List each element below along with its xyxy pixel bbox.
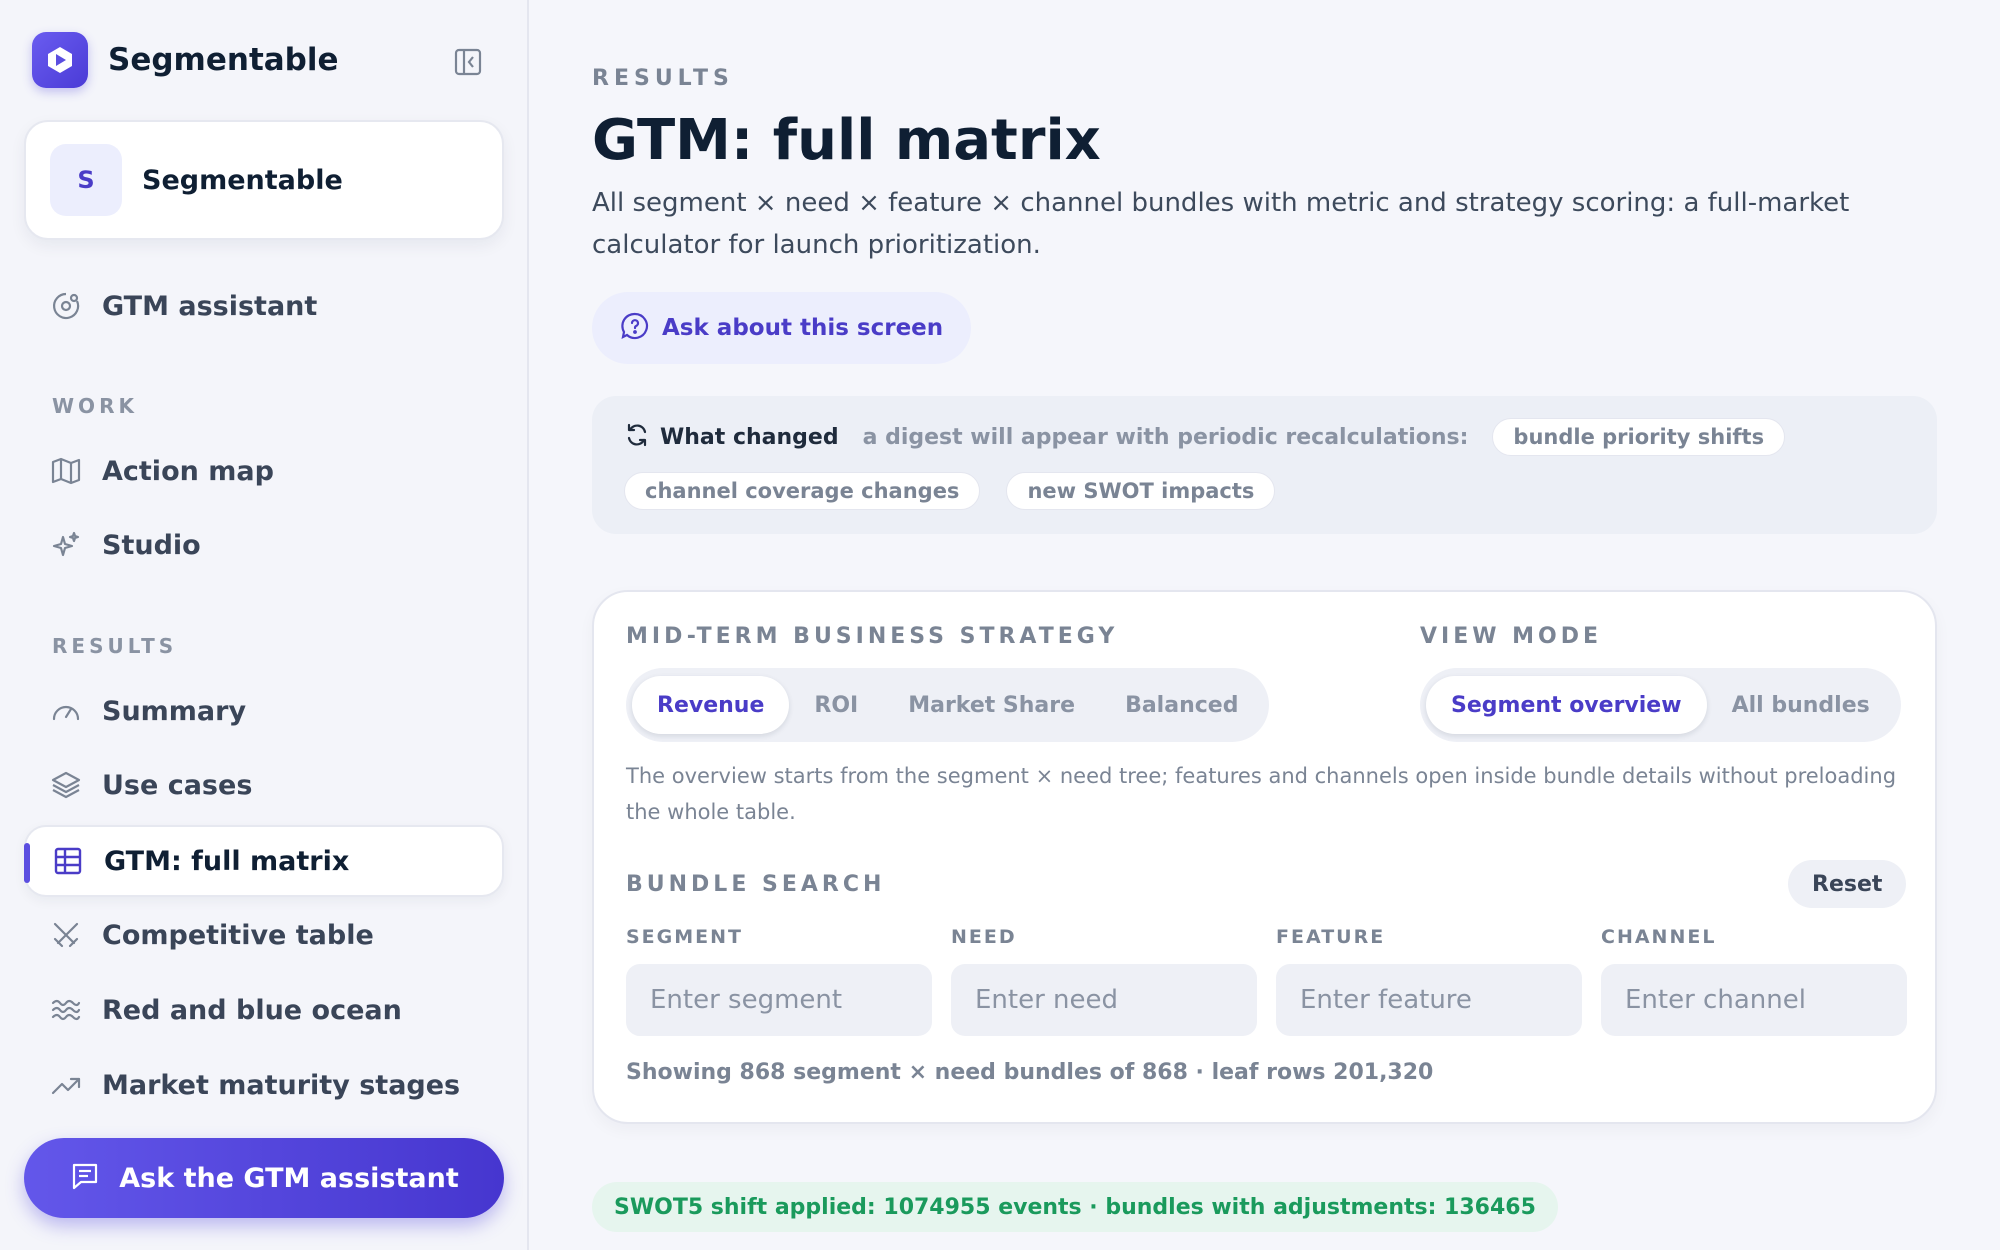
sidebar-item-red-blue-ocean[interactable]: Red and blue ocean: [24, 974, 504, 1046]
waves-icon: [50, 994, 82, 1026]
grid-icon: [52, 845, 84, 877]
layers-icon: [50, 769, 82, 801]
sidebar-item-label: Market maturity stages: [102, 1069, 461, 1101]
sidebar-item-label: Red and blue ocean: [102, 994, 402, 1026]
channel-field-label: CHANNEL: [1601, 926, 1717, 948]
sidebar-item-label: Competitive table: [102, 919, 374, 951]
app-logo-icon: [32, 32, 88, 88]
need-input[interactable]: [951, 964, 1257, 1036]
page-title: GTM: full matrix: [592, 108, 1101, 173]
change-chip: bundle priority shifts: [1492, 418, 1786, 456]
ask-about-screen-button[interactable]: Ask about this screen: [592, 292, 972, 364]
sidebar-item-competitive-table[interactable]: Competitive table: [24, 899, 504, 971]
main-content: RESULTS GTM: full matrix All segment × n…: [592, 0, 1937, 1250]
feature-field-label: FEATURE: [1276, 926, 1386, 948]
workspace-name: Segmentable: [142, 164, 343, 196]
collapse-sidebar-icon[interactable]: [450, 44, 486, 80]
ask-gtm-assistant-button[interactable]: Ask the GTM assistant: [24, 1138, 504, 1218]
view-mode-label: VIEW MODE: [1420, 624, 1603, 649]
page-description: All segment × need × feature × channel b…: [592, 188, 1850, 260]
change-chip: new SWOT impacts: [1006, 472, 1276, 510]
view-option-all-bundles[interactable]: All bundles: [1707, 676, 1895, 734]
swords-icon: [50, 919, 82, 951]
workspace-switcher[interactable]: S Segmentable: [24, 120, 504, 240]
strategy-option-revenue[interactable]: Revenue: [632, 676, 790, 734]
sidebar-item-gtm-assistant[interactable]: GTM assistant: [24, 270, 504, 342]
section-label-work: WORK: [52, 394, 138, 418]
what-changed-title: What changed: [660, 424, 839, 450]
brand: Segmentable: [32, 32, 339, 88]
sidebar-item-market-maturity[interactable]: Market maturity stages: [24, 1049, 504, 1121]
reset-button[interactable]: Reset: [1788, 860, 1907, 908]
feature-input[interactable]: [1276, 964, 1582, 1036]
change-chip: channel coverage changes: [624, 472, 981, 510]
help-chat-icon: [620, 311, 650, 345]
ask-gtm-assistant-label: Ask the GTM assistant: [119, 1162, 459, 1194]
sidebar-item-gtm-full-matrix[interactable]: GTM: full matrix: [24, 825, 504, 897]
refresh-icon: [624, 422, 650, 452]
segment-input[interactable]: [626, 964, 932, 1036]
trend-icon: [50, 1069, 82, 1101]
strategy-option-roi[interactable]: ROI: [789, 676, 883, 734]
strategy-option-market-share[interactable]: Market Share: [883, 676, 1100, 734]
sidebar-item-label: Use cases: [102, 769, 253, 801]
gauge-icon: [50, 695, 82, 727]
sidebar-item-label: GTM assistant: [102, 290, 318, 322]
section-label-results: RESULTS: [52, 634, 178, 658]
sidebar-item-action-map[interactable]: Action map: [24, 435, 504, 507]
ask-about-screen-label: Ask about this screen: [662, 315, 944, 341]
sidebar-item-label: GTM: full matrix: [104, 845, 350, 877]
sidebar-item-label: Action map: [102, 455, 274, 487]
controls-panel: MID-TERM BUSINESS STRATEGY Revenue ROI M…: [592, 590, 1937, 1124]
sidebar-item-use-cases[interactable]: Use cases: [24, 749, 504, 821]
map-icon: [50, 455, 82, 487]
chat-icon: [69, 1160, 101, 1196]
sidebar: Segmentable S Segmentable GTM assistant …: [0, 0, 529, 1250]
what-changed-banner: What changed a digest will appear with p…: [592, 396, 1937, 534]
bundle-search-label: BUNDLE SEARCH: [626, 872, 886, 897]
sidebar-item-label: Studio: [102, 529, 201, 561]
app-name: Segmentable: [108, 42, 339, 78]
workspace-avatar: S: [50, 144, 122, 216]
view-mode-segmented-control: Segment overview All bundles: [1420, 668, 1901, 742]
sidebar-item-label: Summary: [102, 695, 247, 727]
what-changed-subtitle: a digest will appear with periodic recal…: [862, 424, 1469, 450]
channel-input[interactable]: [1601, 964, 1907, 1036]
view-option-segment-overview[interactable]: Segment overview: [1426, 676, 1707, 734]
strategy-segmented-control: Revenue ROI Market Share Balanced: [626, 668, 1270, 742]
view-mode-note: The overview starts from the segment × n…: [626, 764, 1897, 824]
segment-field-label: SEGMENT: [626, 926, 744, 948]
strategy-label: MID-TERM BUSINESS STRATEGY: [626, 624, 1119, 649]
assistant-icon: [50, 290, 82, 322]
swot-status-badge: SWOT5 shift applied: 1074955 events · bu…: [592, 1182, 1558, 1232]
sidebar-item-studio[interactable]: Studio: [24, 509, 504, 581]
strategy-option-balanced[interactable]: Balanced: [1100, 676, 1263, 734]
page-eyebrow: RESULTS: [592, 66, 734, 91]
sidebar-item-summary[interactable]: Summary: [24, 675, 504, 747]
results-count: Showing 868 segment × need bundles of 86…: [626, 1060, 1434, 1085]
need-field-label: NEED: [951, 926, 1017, 948]
sparkles-icon: [50, 529, 82, 561]
